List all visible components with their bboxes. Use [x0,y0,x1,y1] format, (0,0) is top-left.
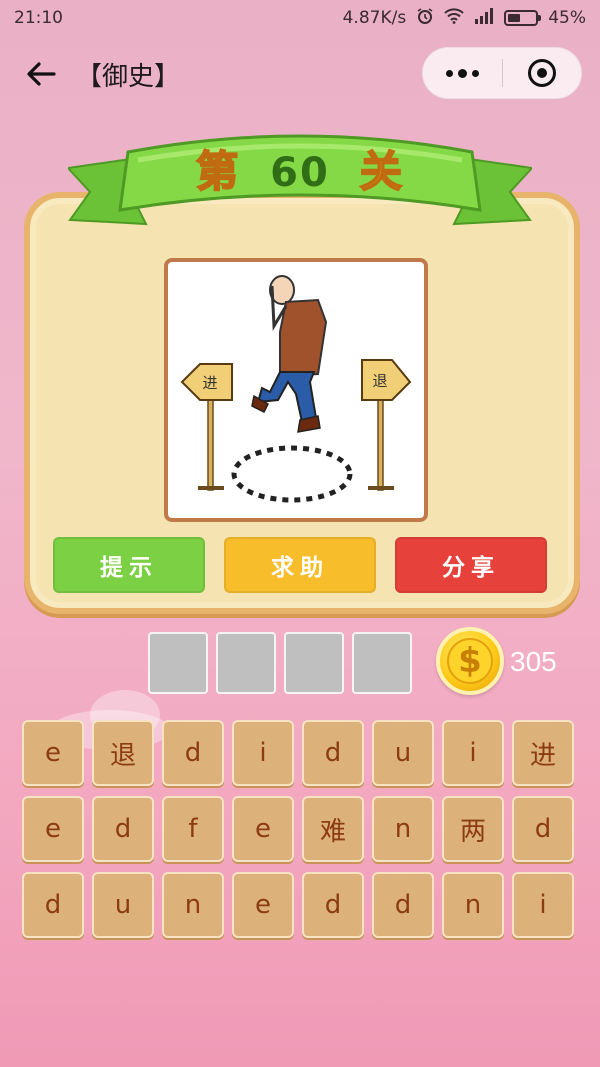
sign-right-label: 退 [372,372,387,390]
letter-key[interactable]: i [512,872,574,938]
answer-slot[interactable] [216,632,276,694]
more-dots-icon [445,69,453,77]
letter-key[interactable]: e [22,720,84,786]
answer-slot[interactable] [284,632,344,694]
target-close-icon [527,59,556,87]
letter-key[interactable]: n [162,872,224,938]
letter-key[interactable]: e [232,872,294,938]
letter-key[interactable]: u [92,872,154,938]
share-button[interactable]: 分享 [395,537,547,593]
back-arrow-icon[interactable] [24,57,58,91]
close-miniprogram-button[interactable] [503,47,582,99]
more-options-button[interactable] [423,47,502,99]
coin-count: 305 [510,646,557,677]
network-speed: 4.87K/s [342,8,407,28]
level-title: 第 60 关 [0,138,600,199]
action-buttons: 提示 求助 分享 [53,537,547,593]
letter-key[interactable]: e [22,796,84,862]
letter-key[interactable]: n [442,872,504,938]
letter-key[interactable]: f [162,796,224,862]
letter-key[interactable]: d [372,872,434,938]
battery-icon [504,10,542,26]
help-button[interactable]: 求助 [224,537,376,593]
letter-key[interactable]: i [232,720,294,786]
dollar-icon: $ [447,638,493,684]
letter-key[interactable]: d [22,872,84,938]
signal-icon [474,7,494,29]
alarm-icon [416,7,434,30]
level-prefix: 第 [195,146,241,197]
battery-percent: 45% [548,8,586,28]
letter-key[interactable]: d [302,872,364,938]
letter-key[interactable]: e [232,796,294,862]
letter-key[interactable]: i [442,720,504,786]
letter-grid: e退didui进edfe难n两dduneddni [22,720,578,938]
letter-key[interactable]: 进 [512,720,574,786]
hint-button[interactable]: 提示 [53,537,205,593]
letter-key[interactable]: d [302,720,364,786]
page-title: 【御史】 [76,61,181,92]
letter-key[interactable]: d [512,796,574,862]
status-indicators: 4.87K/s 45% [343,7,586,30]
letter-key[interactable]: d [162,720,224,786]
answer-slots [148,632,412,694]
answer-slot[interactable] [148,632,208,694]
miniprogram-capsule [422,47,582,99]
nav-bar: 【御史】 [0,36,600,112]
letter-key[interactable]: 退 [92,720,154,786]
letter-key[interactable]: n [372,796,434,862]
sign-left-label: 进 [202,374,217,392]
letter-key[interactable]: d [92,796,154,862]
letter-key[interactable]: 两 [442,796,504,862]
answer-slot[interactable] [352,632,412,694]
wifi-icon [444,7,464,29]
letter-key[interactable]: 难 [302,796,364,862]
puzzle-image: 进 退 [164,258,428,522]
level-number: 60 [270,150,330,196]
letter-key[interactable]: u [372,720,434,786]
status-time: 21:10 [14,8,63,28]
status-bar: 21:10 4.87K/s 45% [0,0,600,36]
coin-icon: $ [436,627,504,695]
level-suffix: 关 [359,146,404,197]
